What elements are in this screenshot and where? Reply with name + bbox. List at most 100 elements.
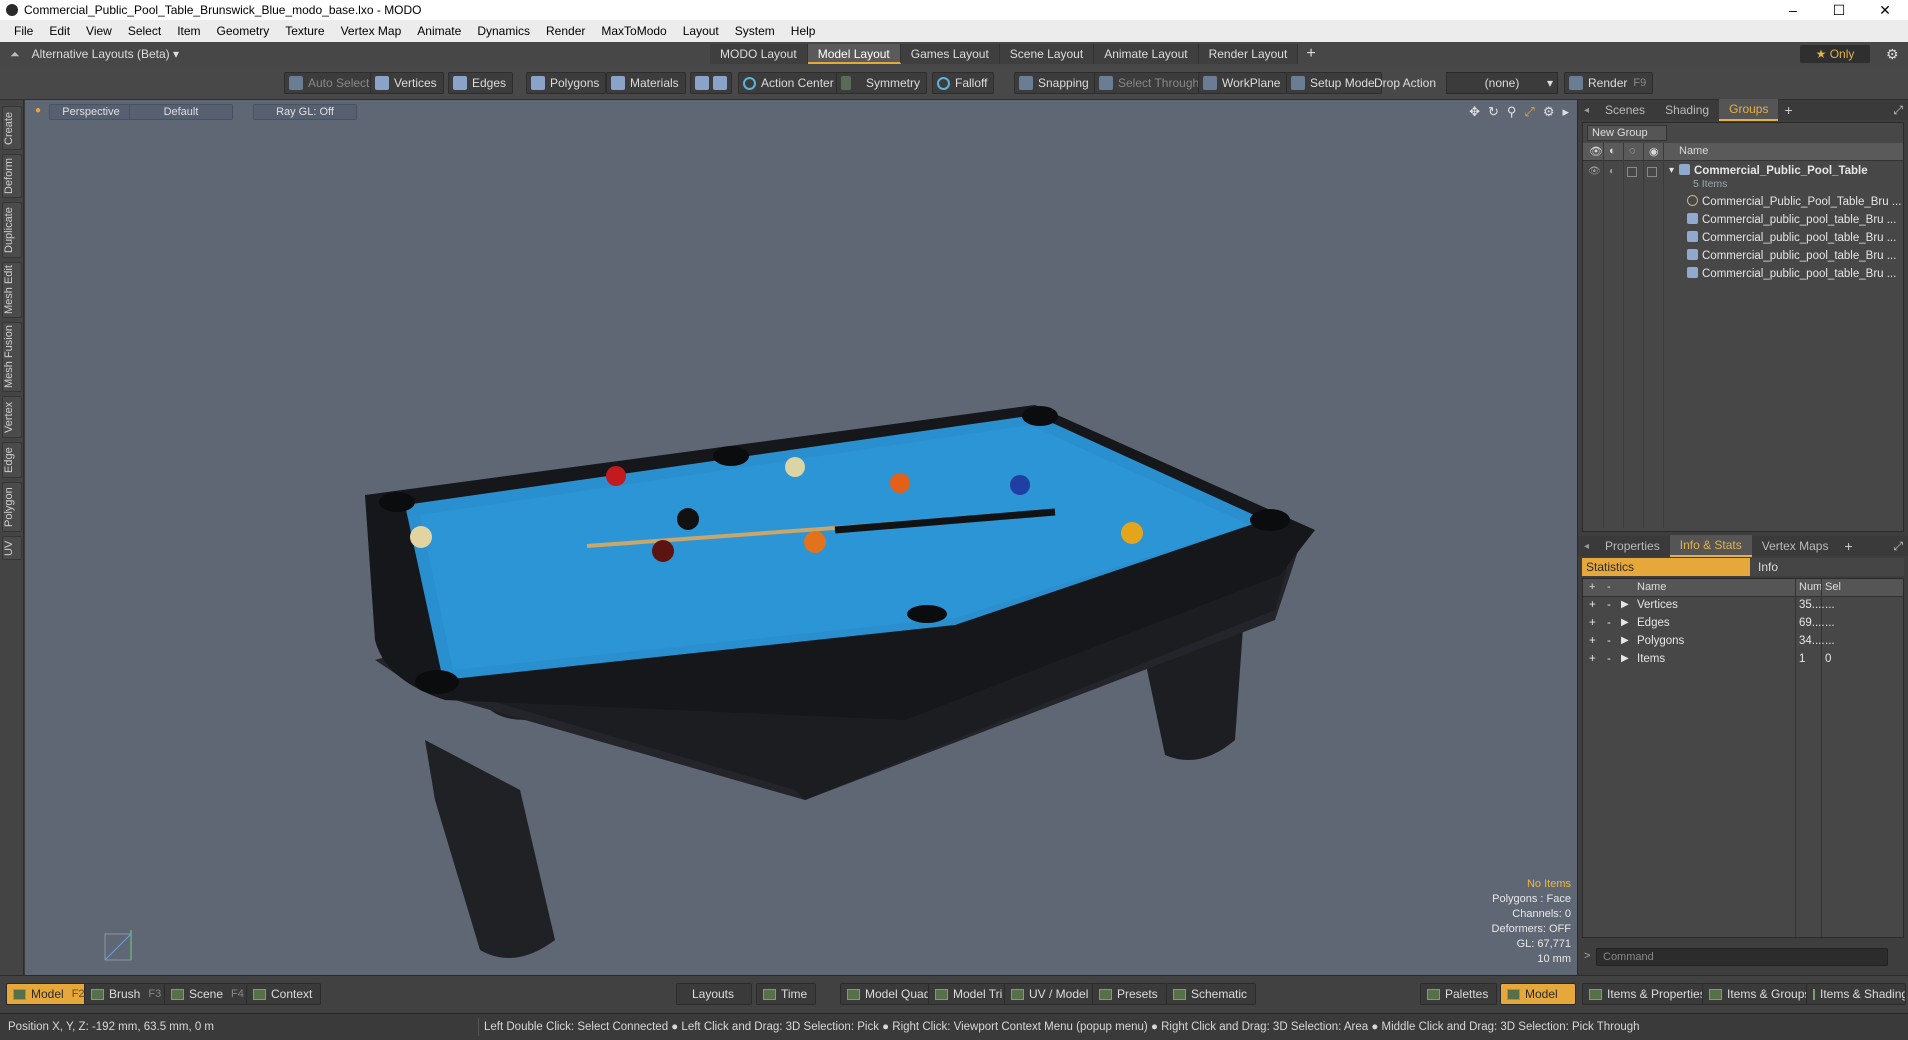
add-tab-button[interactable]: + <box>1838 536 1858 556</box>
select-toggle[interactable] <box>1647 167 1657 177</box>
menu-file[interactable]: File <box>6 24 41 38</box>
vertices-button[interactable]: Vertices <box>370 72 444 94</box>
add-tab-button[interactable]: + <box>1778 100 1798 120</box>
tab-animate-layout[interactable]: Animate Layout <box>1094 44 1199 64</box>
new-group-button[interactable]: New Group <box>1587 125 1667 141</box>
scene-mode-button[interactable]: Scene F4 <box>164 983 253 1005</box>
command-input[interactable]: Command <box>1596 948 1888 966</box>
tab-mesh-edit[interactable]: Mesh Edit <box>2 262 22 318</box>
expand-arrow-icon[interactable]: ▾ <box>1669 165 1674 176</box>
collapse-all-icon[interactable]: - <box>1607 581 1611 593</box>
tab-duplicate[interactable]: Duplicate <box>2 202 22 258</box>
close-button[interactable]: ✕ <box>1862 0 1908 20</box>
menu-system[interactable]: System <box>727 24 783 38</box>
menu-animate[interactable]: Animate <box>409 24 469 38</box>
falloff-button[interactable]: Falloff <box>932 72 995 94</box>
tab-create[interactable]: Create <box>2 106 22 150</box>
tab-vertex-maps[interactable]: Vertex Maps <box>1752 536 1839 556</box>
statistics-tab[interactable]: Statistics <box>1582 558 1750 576</box>
maximize-button[interactable]: ☐ <box>1816 0 1862 20</box>
tab-uv[interactable]: UV <box>2 536 22 560</box>
group-child-row[interactable]: Commercial_public_pool_table_Bru ... <box>1583 247 1903 265</box>
3d-viewport[interactable]: ● Perspective Default Ray GL: Off ✥ ↻ ⚲ … <box>25 100 1577 975</box>
expand-arrow-icon[interactable]: ▶ <box>1621 617 1629 628</box>
menu-select[interactable]: Select <box>120 24 169 38</box>
alternative-layouts-dropdown[interactable]: ⏶ Alternative Layouts (Beta) ▾ <box>10 47 179 62</box>
model-tri-button[interactable]: Model Tri <box>928 983 1012 1005</box>
tab-shading[interactable]: Shading <box>1655 100 1719 120</box>
tab-deform[interactable]: Deform <box>2 154 22 198</box>
tab-render-layout[interactable]: Render Layout <box>1198 44 1299 64</box>
materials-button[interactable]: Materials <box>606 72 686 94</box>
element-mode-button[interactable] <box>690 72 732 94</box>
menu-geometry[interactable]: Geometry <box>209 24 278 38</box>
symmetry-button[interactable]: Symmetry <box>836 72 927 94</box>
collapse-icon[interactable]: ⏶ <box>10 47 20 62</box>
expand-panel-icon[interactable]: ⤢ <box>1893 539 1903 554</box>
menu-item[interactable]: Item <box>169 24 208 38</box>
tab-mesh-fusion[interactable]: Mesh Fusion <box>2 322 22 392</box>
layouts-button[interactable]: Layouts <box>676 983 752 1005</box>
brush-mode-button[interactable]: Brush F3 <box>84 983 171 1005</box>
tab-scenes[interactable]: Scenes <box>1595 100 1655 120</box>
context-mode-button[interactable]: Context <box>246 983 322 1005</box>
tab-edge[interactable]: Edge <box>2 442 22 478</box>
action-center-button[interactable]: Action Center <box>738 72 841 94</box>
model-mode-button[interactable]: Model F2 <box>6 983 94 1005</box>
select-through-button[interactable]: Select Through <box>1094 72 1207 94</box>
stat-row-items[interactable]: + - ▶ Items 1 0 <box>1583 653 1903 671</box>
schematic-button[interactable]: Schematic <box>1166 983 1257 1005</box>
group-child-row[interactable]: Commercial_public_pool_table_Bru ... <box>1583 211 1903 229</box>
tab-vertex[interactable]: Vertex <box>2 396 22 438</box>
tab-modo-layout[interactable]: MODO Layout <box>710 44 808 64</box>
tab-polygon[interactable]: Polygon <box>2 482 22 532</box>
menu-render[interactable]: Render <box>538 24 593 38</box>
panel-menu-icon[interactable]: ◂ <box>1578 541 1595 552</box>
model-quad-button[interactable]: Model Quad <box>840 983 940 1005</box>
menu-texture[interactable]: Texture <box>277 24 332 38</box>
menu-view[interactable]: View <box>78 24 120 38</box>
minimize-button[interactable]: – <box>1770 0 1816 20</box>
render-toggle-icon[interactable]: ◐ <box>1609 166 1615 177</box>
expand-arrow-icon[interactable]: ▶ <box>1621 635 1629 646</box>
stat-row-vertices[interactable]: + - ▶ Vertices 35.... ... <box>1583 599 1903 617</box>
stat-row-polygons[interactable]: + - ▶ Polygons 34.... ... <box>1583 635 1903 653</box>
group-child-row[interactable]: Commercial_Public_Pool_Table_Bru ... <box>1583 193 1903 211</box>
render-button[interactable]: Render F9 <box>1564 72 1654 94</box>
palettes-button[interactable]: Palettes <box>1420 983 1498 1005</box>
menu-vertex-map[interactable]: Vertex Map <box>333 24 410 38</box>
group-child-row[interactable]: Commercial_public_pool_table_Bru ... <box>1583 229 1903 247</box>
expand-all-icon[interactable]: + <box>1589 581 1595 593</box>
lock-toggle[interactable] <box>1627 167 1637 177</box>
tab-games-layout[interactable]: Games Layout <box>900 44 1000 64</box>
snapping-button[interactable]: Snapping <box>1014 72 1096 94</box>
tab-scene-layout[interactable]: Scene Layout <box>999 44 1095 64</box>
time-button[interactable]: Time <box>756 983 817 1005</box>
presets-button[interactable]: Presets <box>1092 983 1167 1005</box>
polygons-button[interactable]: Polygons <box>526 72 607 94</box>
menu-edit[interactable]: Edit <box>41 24 78 38</box>
visibility-icon[interactable]: 👁 <box>1588 166 1601 177</box>
info-tab[interactable]: Info <box>1750 558 1904 576</box>
menu-dynamics[interactable]: Dynamics <box>469 24 538 38</box>
items-properties-button[interactable]: Items & Properties <box>1582 983 1715 1005</box>
add-layout-button[interactable]: + <box>1298 44 1323 64</box>
expand-arrow-icon[interactable]: ▶ <box>1621 599 1629 610</box>
menu-help[interactable]: Help <box>783 24 824 38</box>
items-shading-button[interactable]: Items & Shading <box>1806 983 1906 1005</box>
auto-select-button[interactable]: Auto Select <box>284 72 377 94</box>
gear-icon[interactable]: ⚙ <box>1886 46 1902 62</box>
edges-button[interactable]: Edges <box>448 72 514 94</box>
expand-arrow-icon[interactable]: ▶ <box>1621 653 1629 664</box>
expand-panel-icon[interactable]: ⤢ <box>1893 103 1903 118</box>
group-child-row[interactable]: Commercial_public_pool_table_Bru ... <box>1583 265 1903 283</box>
setup-mode-button[interactable]: Setup Mode <box>1286 72 1382 94</box>
workplane-button[interactable]: WorkPlane <box>1198 72 1288 94</box>
tab-model-layout[interactable]: Model Layout <box>807 44 901 64</box>
model-layout-button[interactable]: Model <box>1500 983 1576 1005</box>
uv-model-button[interactable]: UV / Model <box>1004 983 1098 1005</box>
drop-action-select[interactable]: (none) ▾ <box>1446 72 1558 94</box>
menu-layout[interactable]: Layout <box>675 24 727 38</box>
items-groups-button[interactable]: Items & Groups <box>1702 983 1820 1005</box>
tab-groups[interactable]: Groups <box>1719 99 1779 121</box>
